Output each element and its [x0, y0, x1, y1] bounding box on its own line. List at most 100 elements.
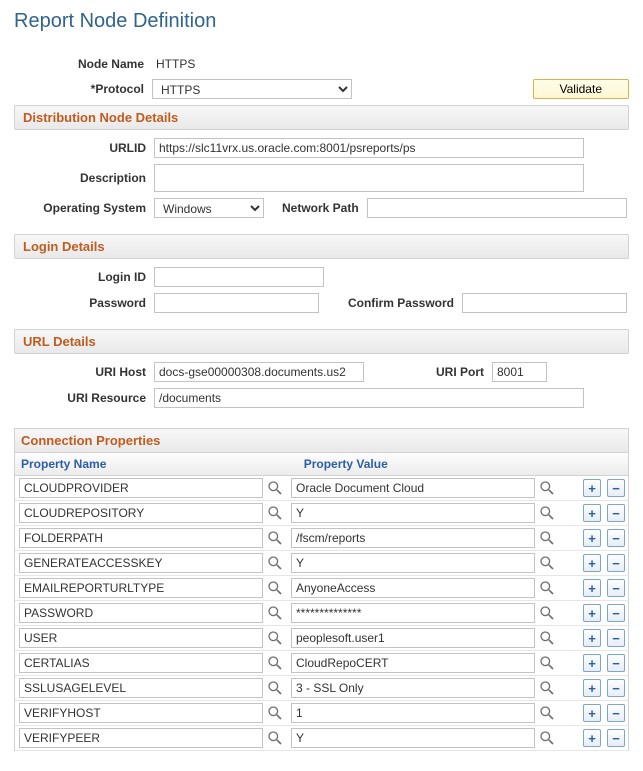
protocol-select[interactable]: HTTPS [152, 79, 352, 99]
os-label: Operating System [16, 201, 154, 215]
add-row-button[interactable]: + [583, 479, 601, 497]
lookup-icon[interactable] [266, 629, 284, 647]
delete-row-button[interactable]: − [607, 654, 625, 672]
confirm-password-input[interactable] [462, 293, 627, 313]
connection-properties-grid: Connection Properties Property Name Prop… [14, 428, 629, 751]
property-name-input[interactable] [19, 728, 263, 748]
lookup-icon[interactable] [538, 529, 556, 547]
add-row-button[interactable]: + [583, 579, 601, 597]
description-label: Description [16, 171, 154, 185]
property-name-input[interactable] [19, 578, 263, 598]
delete-row-button[interactable]: − [607, 529, 625, 547]
col-property-value[interactable]: Property Value [298, 453, 557, 475]
section-login: Login Details [14, 234, 629, 259]
lookup-icon[interactable] [538, 579, 556, 597]
delete-row-button[interactable]: − [607, 604, 625, 622]
property-name-input[interactable] [19, 478, 263, 498]
validate-button[interactable]: Validate [533, 79, 629, 99]
confirm-password-label: Confirm Password [319, 296, 462, 310]
lookup-icon[interactable] [538, 729, 556, 747]
lookup-icon[interactable] [538, 479, 556, 497]
section-url: URL Details [14, 329, 629, 354]
add-row-button[interactable]: + [583, 629, 601, 647]
delete-row-button[interactable]: − [607, 704, 625, 722]
delete-row-button[interactable]: − [607, 479, 625, 497]
uri-resource-input[interactable] [154, 388, 584, 408]
uri-port-input[interactable] [492, 362, 547, 382]
property-value-input[interactable] [291, 503, 535, 523]
property-value-input[interactable] [291, 628, 535, 648]
property-value-input[interactable] [291, 528, 535, 548]
lookup-icon[interactable] [538, 554, 556, 572]
add-row-button[interactable]: + [583, 529, 601, 547]
property-value-input[interactable] [291, 553, 535, 573]
network-path-input[interactable] [367, 198, 627, 218]
delete-row-button[interactable]: − [607, 729, 625, 747]
password-input[interactable] [154, 293, 319, 313]
lookup-icon[interactable] [266, 504, 284, 522]
property-name-input[interactable] [19, 628, 263, 648]
lookup-icon[interactable] [538, 504, 556, 522]
uri-port-label: URI Port [364, 365, 492, 379]
add-row-button[interactable]: + [583, 729, 601, 747]
node-name-label: Node Name [14, 57, 152, 71]
urlid-label: URLID [16, 141, 154, 155]
table-row: +− [15, 701, 629, 726]
property-value-input[interactable] [291, 603, 535, 623]
table-row: +− [15, 651, 629, 676]
network-path-label: Network Path [264, 201, 367, 215]
property-value-input[interactable] [291, 728, 535, 748]
table-row: +− [15, 601, 629, 626]
add-row-button[interactable]: + [583, 554, 601, 572]
delete-row-button[interactable]: − [607, 554, 625, 572]
os-select[interactable]: Windows [154, 198, 264, 218]
property-value-input[interactable] [291, 653, 535, 673]
table-row: +− [15, 476, 629, 501]
table-row: +− [15, 676, 629, 701]
property-name-input[interactable] [19, 603, 263, 623]
lookup-icon[interactable] [266, 679, 284, 697]
add-row-button[interactable]: + [583, 504, 601, 522]
lookup-icon[interactable] [538, 604, 556, 622]
property-name-input[interactable] [19, 703, 263, 723]
lookup-icon[interactable] [266, 729, 284, 747]
delete-row-button[interactable]: − [607, 579, 625, 597]
lookup-icon[interactable] [266, 554, 284, 572]
property-value-input[interactable] [291, 478, 535, 498]
lookup-icon[interactable] [266, 704, 284, 722]
property-name-input[interactable] [19, 503, 263, 523]
add-row-button[interactable]: + [583, 654, 601, 672]
lookup-icon[interactable] [538, 679, 556, 697]
property-name-input[interactable] [19, 678, 263, 698]
delete-row-button[interactable]: − [607, 504, 625, 522]
urlid-input[interactable] [154, 138, 584, 158]
property-value-input[interactable] [291, 678, 535, 698]
delete-row-button[interactable]: − [607, 629, 625, 647]
lookup-icon[interactable] [266, 579, 284, 597]
uri-resource-label: URI Resource [16, 391, 154, 405]
property-value-input[interactable] [291, 703, 535, 723]
property-name-input[interactable] [19, 553, 263, 573]
property-name-input[interactable] [19, 528, 263, 548]
lookup-icon[interactable] [266, 529, 284, 547]
lookup-icon[interactable] [266, 604, 284, 622]
login-id-input[interactable] [154, 267, 324, 287]
col-property-name[interactable]: Property Name [15, 453, 274, 475]
table-row: +− [15, 726, 629, 751]
lookup-icon[interactable] [538, 629, 556, 647]
lookup-icon[interactable] [538, 654, 556, 672]
description-input[interactable] [154, 164, 584, 192]
add-row-button[interactable]: + [583, 679, 601, 697]
add-row-button[interactable]: + [583, 604, 601, 622]
lookup-icon[interactable] [266, 654, 284, 672]
property-name-input[interactable] [19, 653, 263, 673]
protocol-label: *Protocol [14, 82, 152, 96]
lookup-icon[interactable] [538, 704, 556, 722]
delete-row-button[interactable]: − [607, 679, 625, 697]
property-value-input[interactable] [291, 578, 535, 598]
uri-host-input[interactable] [154, 362, 364, 382]
table-row: +− [15, 526, 629, 551]
node-name-value: HTTPS [152, 55, 199, 73]
lookup-icon[interactable] [266, 479, 284, 497]
add-row-button[interactable]: + [583, 704, 601, 722]
